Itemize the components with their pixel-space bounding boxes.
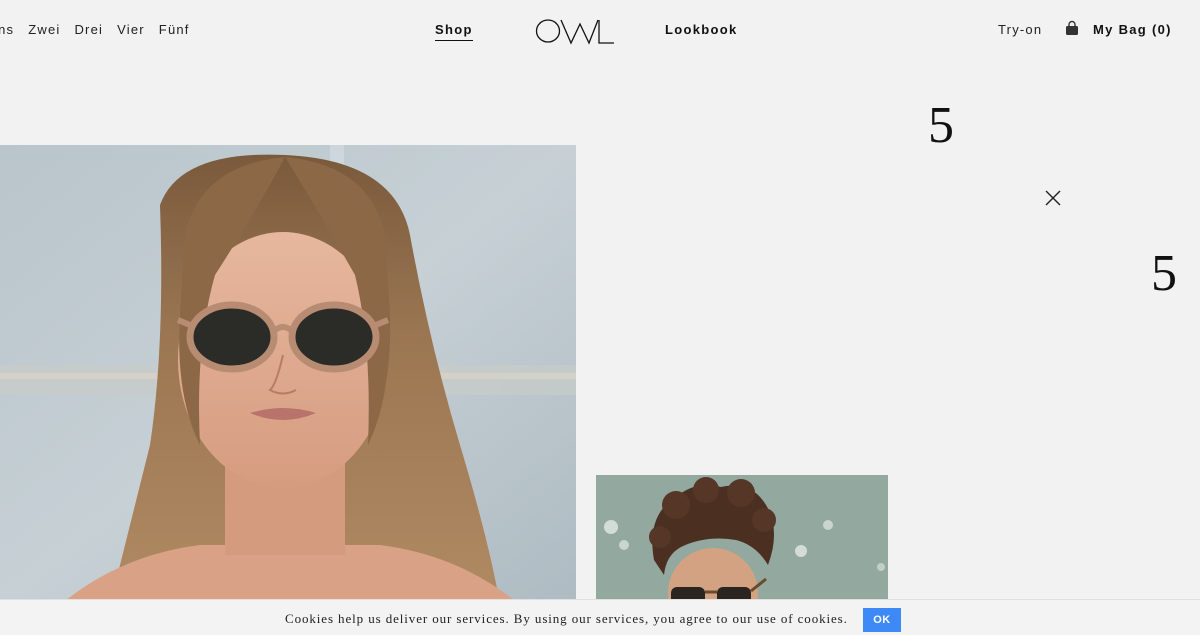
nav-lookbook-link[interactable]: Lookbook xyxy=(665,22,738,37)
product-photo-woman[interactable] xyxy=(0,145,576,605)
shopping-bag-icon[interactable] xyxy=(1064,20,1080,36)
owl-logo[interactable] xyxy=(535,16,615,46)
nav-item-funf[interactable]: Fünf xyxy=(159,22,190,37)
site-header: ins Zwei Drei Vier Fünf Shop Lookbook Tr… xyxy=(0,0,1200,60)
my-bag-link[interactable]: My Bag (0) xyxy=(1093,22,1172,37)
nav-item-drei[interactable]: Drei xyxy=(74,22,103,37)
product-photo-man[interactable] xyxy=(596,475,888,605)
nav-item-zwei[interactable]: Zwei xyxy=(28,22,60,37)
cookie-message: Cookies help us deliver our services. By… xyxy=(285,611,848,626)
nav-tryon-link[interactable]: Try-on xyxy=(998,22,1042,37)
large-numeral: 5 xyxy=(1151,245,1177,302)
cookie-ok-button[interactable]: OK xyxy=(863,608,901,632)
nav-shop-link[interactable]: Shop xyxy=(435,22,473,41)
cookie-consent-bar: Cookies help us deliver our services. By… xyxy=(0,599,1200,635)
large-numeral: 5 xyxy=(928,97,954,154)
close-icon[interactable] xyxy=(1043,188,1063,208)
owl-logo-mark xyxy=(535,19,614,45)
nav-item-vier[interactable]: Vier xyxy=(117,22,145,37)
nav-item-eins[interactable]: ins xyxy=(0,22,14,37)
collection-nav: ins Zwei Drei Vier Fünf xyxy=(0,22,190,37)
